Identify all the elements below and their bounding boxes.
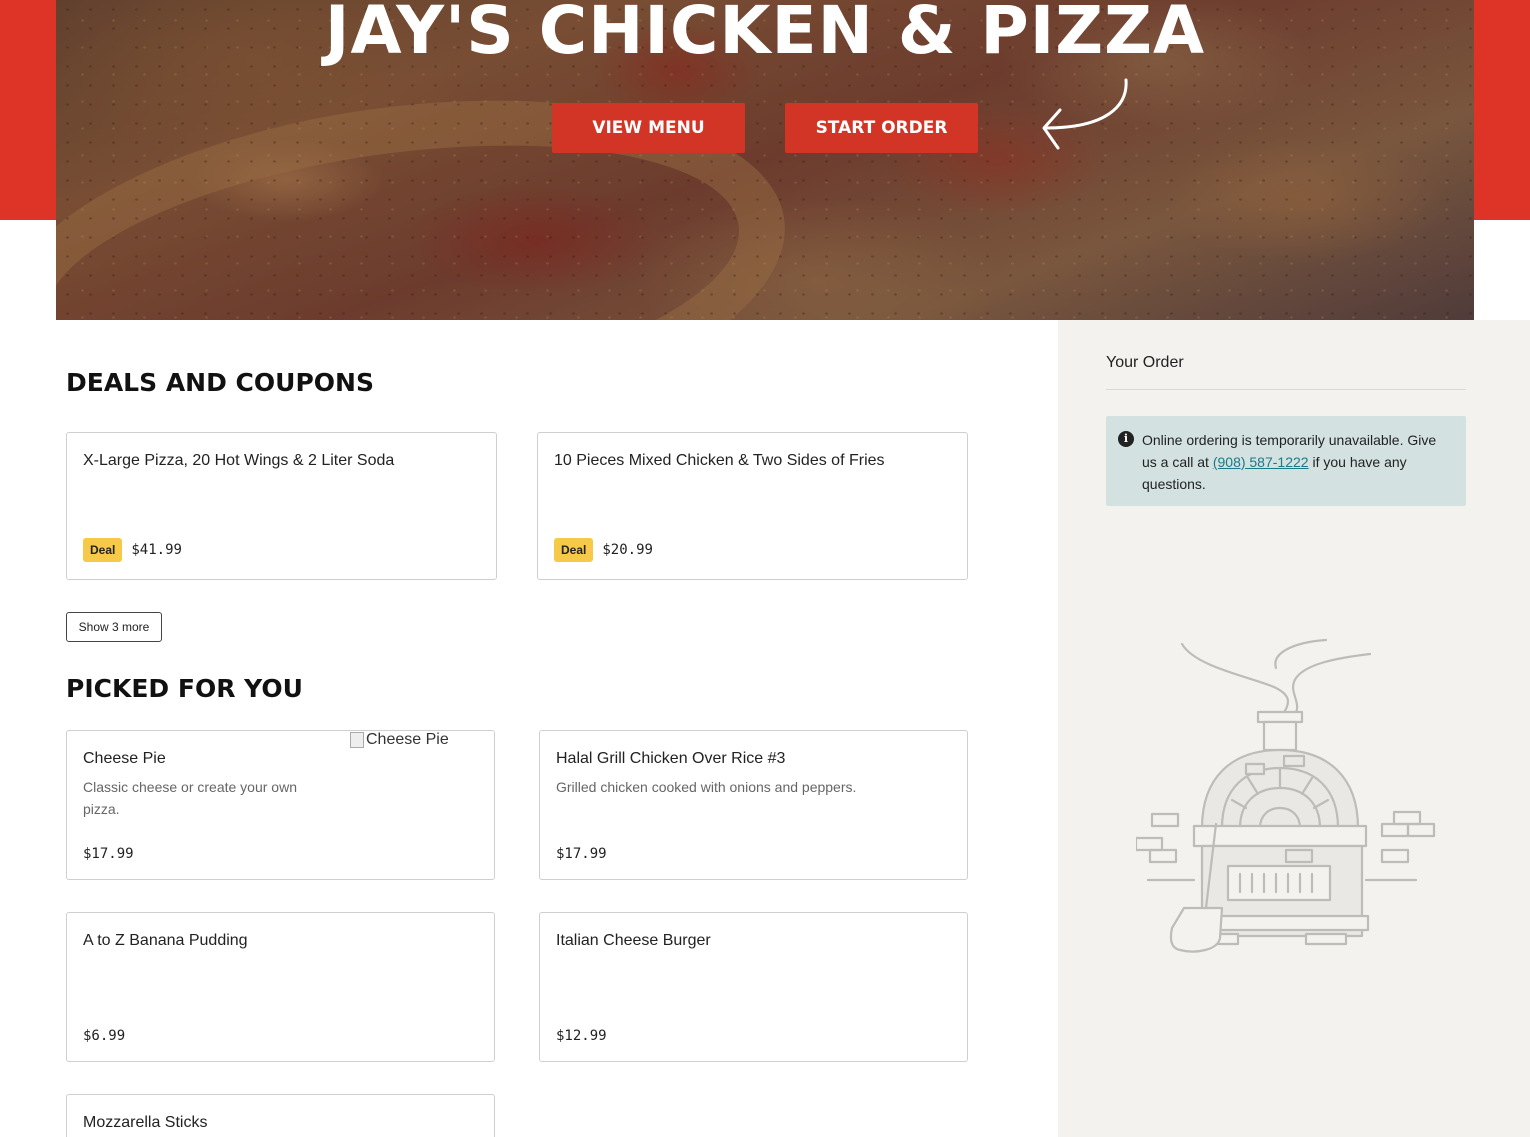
menu-item-name: Cheese Pie (83, 750, 166, 767)
deal-price-row: Deal $20.99 (554, 538, 653, 562)
image-alt-text: Cheese Pie (366, 731, 449, 748)
menu-item-description: Classic cheese or create your own pizza. (83, 779, 297, 817)
menu-item-card[interactable]: Italian Cheese Burger $12.99 (539, 912, 968, 1062)
menu-item-description: Grilled chicken cooked with onions and p… (556, 779, 857, 795)
deal-card[interactable]: X-Large Pizza, 20 Hot Wings & 2 Liter So… (66, 432, 497, 580)
deal-badge: Deal (554, 538, 594, 562)
menu-item-price: $6.99 (83, 1028, 126, 1044)
menu-item-price: $12.99 (556, 1028, 607, 1044)
your-order-title: Your Order (1106, 354, 1184, 371)
start-order-button[interactable]: START ORDER (785, 103, 978, 153)
deal-badge: Deal (83, 538, 123, 562)
deal-price: $20.99 (602, 542, 653, 558)
info-icon: i (1118, 431, 1134, 447)
deals-section-title: DEALS AND COUPONS (66, 368, 374, 397)
menu-item-card[interactable]: Halal Grill Chicken Over Rice #3 Grilled… (539, 730, 968, 880)
view-menu-button[interactable]: VIEW MENU (552, 103, 745, 153)
picked-section-title: PICKED FOR YOU (66, 674, 303, 703)
menu-item-image: Cheese Pie (350, 731, 449, 749)
restaurant-title: JAY'S CHICKEN & PIZZA (324, 0, 1206, 69)
pizza-oven-illustration (1136, 638, 1436, 953)
order-sidebar: Your Order i Online ordering is temporar… (1058, 320, 1530, 1137)
menu-item-card[interactable]: Mozzarella Sticks (66, 1094, 495, 1137)
show-more-button[interactable]: Show 3 more (66, 612, 162, 642)
menu-item-price: $17.99 (83, 846, 134, 862)
ordering-unavailable-notice: i Online ordering is temporarily unavail… (1106, 416, 1466, 506)
menu-item-name: A to Z Banana Pudding (83, 932, 248, 949)
deal-price: $41.99 (131, 542, 182, 558)
menu-item-name: Halal Grill Chicken Over Rice #3 (556, 750, 786, 767)
menu-item-name: Italian Cheese Burger (556, 932, 711, 949)
deal-card[interactable]: 10 Pieces Mixed Chicken & Two Sides of F… (537, 432, 968, 580)
deal-name: 10 Pieces Mixed Chicken & Two Sides of F… (554, 452, 885, 469)
menu-item-card[interactable]: Cheese Pie Cheese Pie Classic cheese or … (66, 730, 495, 880)
menu-item-price: $17.99 (556, 846, 607, 862)
menu-item-name: Mozzarella Sticks (83, 1114, 208, 1131)
deal-name: X-Large Pizza, 20 Hot Wings & 2 Liter So… (83, 452, 395, 469)
divider (1106, 389, 1466, 390)
broken-image-icon (350, 732, 364, 748)
arrow-icon (1042, 78, 1128, 150)
deal-price-row: Deal $41.99 (83, 538, 182, 562)
menu-item-card[interactable]: A to Z Banana Pudding $6.99 (66, 912, 495, 1062)
phone-link[interactable]: (908) 587-1222 (1213, 454, 1309, 470)
